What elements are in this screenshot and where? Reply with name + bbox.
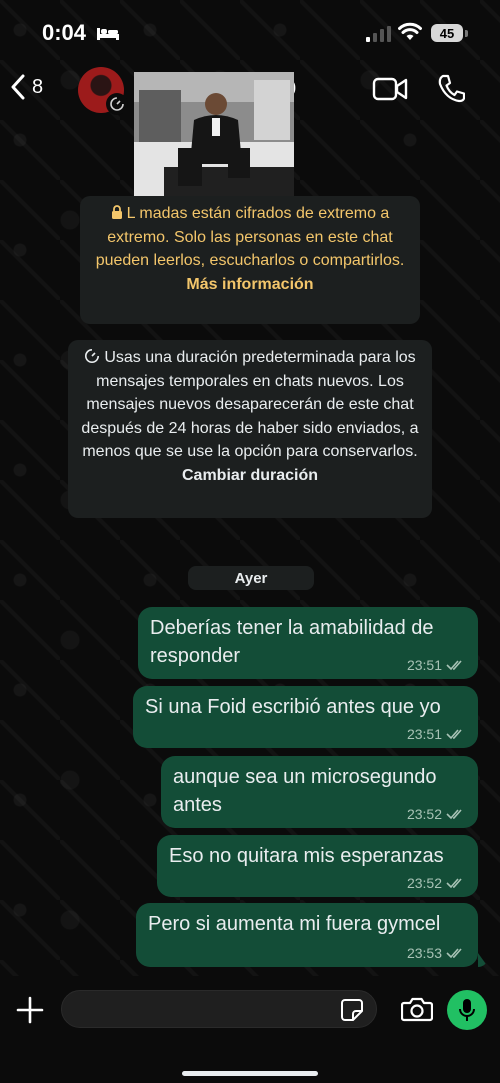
message-time: 23:52 — [406, 806, 442, 822]
message-bubble[interactable]: Si una Foid escribió antes que yo 23:51 — [133, 686, 478, 748]
sticker-icon[interactable] — [340, 998, 364, 1022]
plus-icon[interactable] — [16, 996, 44, 1024]
message-meta: 23:51 — [407, 657, 466, 673]
message-text: Si una Foid escribió antes que yo — [145, 696, 441, 718]
date-label: Ayer — [234, 569, 268, 587]
double-check-icon — [446, 660, 462, 671]
message-bubble[interactable]: Eso no quitara mis esperanzas 23:52 — [157, 835, 478, 897]
double-check-icon — [446, 948, 462, 959]
signal-icon — [366, 26, 391, 42]
video-icon[interactable] — [372, 76, 408, 102]
message-meta: 23:53 — [407, 945, 466, 961]
lock-icon — [111, 205, 122, 219]
message-meta: 23:52 — [407, 806, 466, 822]
message-time: 23:51 — [406, 657, 442, 673]
message-text: Pero si aumenta mi fuera gymcel — [148, 913, 441, 935]
back-button[interactable]: 8 — [10, 74, 43, 100]
message-time: 23:53 — [406, 945, 442, 961]
message-bubble[interactable]: aunque sea un microsegundo antes 23:52 — [161, 756, 478, 828]
clock: 0:04 — [42, 20, 87, 45]
change-duration-link[interactable]: Cambiar duración — [182, 467, 318, 484]
temporary-text: Usas una duración predeterminada para lo… — [81, 349, 419, 460]
message-time: 23:52 — [406, 875, 442, 891]
date-separator: Ayer — [188, 566, 314, 590]
temporary-messages-notice[interactable]: Usas una duración predeterminada para lo… — [68, 340, 432, 518]
timer-icon — [85, 349, 100, 363]
chevron-left-icon — [11, 74, 25, 100]
message-meta: 23:52 — [407, 875, 466, 891]
encryption-notice[interactable]: L madas están cifrados de extremo a extr… — [80, 196, 420, 324]
camera-icon[interactable] — [401, 996, 433, 1022]
mic-button[interactable] — [447, 990, 487, 1030]
double-check-icon — [446, 878, 462, 889]
phone-icon[interactable] — [437, 73, 465, 103]
overlay-photo — [134, 72, 294, 200]
encryption-text: L madas están cifrados de extremo a extr… — [95, 205, 405, 269]
battery-level: 45 — [439, 25, 455, 41]
wifi-icon — [398, 22, 422, 40]
double-check-icon — [446, 809, 462, 820]
composer-bar — [0, 976, 500, 1083]
battery-indicator: 45 — [431, 24, 463, 42]
timer-icon — [106, 93, 128, 115]
battery-tip — [465, 30, 468, 37]
double-check-icon — [446, 729, 462, 740]
bed-icon — [97, 28, 119, 40]
message-bubble[interactable]: Pero si aumenta mi fuera gymcel 23:53 — [136, 903, 478, 967]
message-bubble[interactable]: Deberías tener la amabilidad de responde… — [138, 607, 478, 679]
more-info-link[interactable]: Más información — [186, 276, 313, 293]
home-indicator[interactable] — [182, 1071, 318, 1076]
status-bar: 0:04 45 — [0, 0, 500, 62]
message-text: Eso no quitara mis esperanzas — [169, 845, 444, 867]
mic-icon — [459, 999, 475, 1021]
message-meta: 23:51 — [407, 726, 466, 742]
message-time: 23:51 — [406, 726, 442, 742]
unread-count: 8 — [32, 75, 44, 98]
message-input[interactable] — [61, 990, 377, 1028]
